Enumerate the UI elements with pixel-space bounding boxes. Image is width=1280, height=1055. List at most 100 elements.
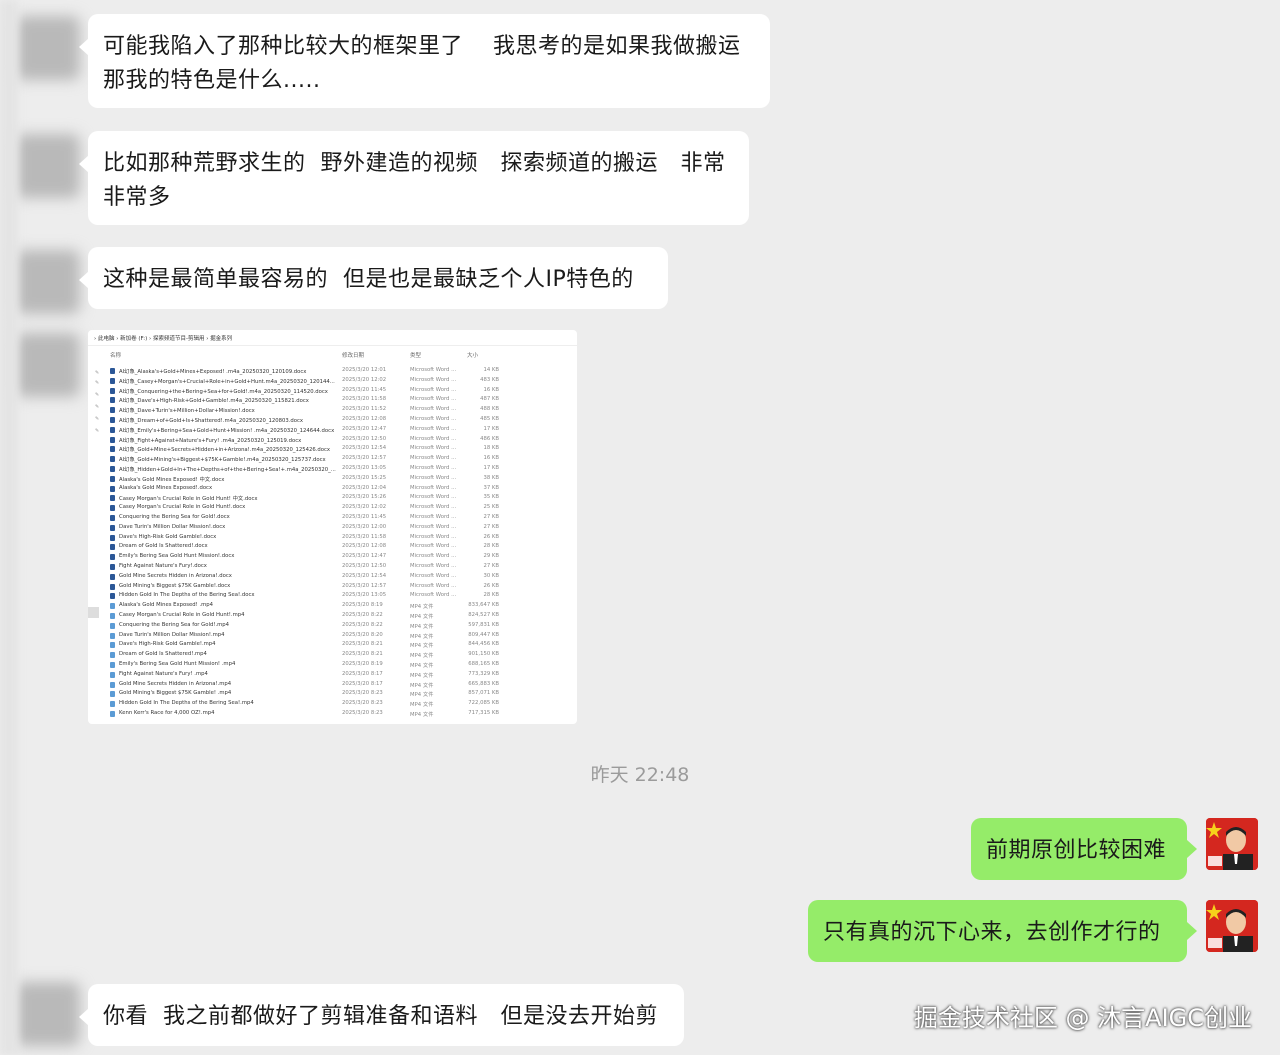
header-type[interactable]: 类型 xyxy=(410,351,421,359)
file-row[interactable]: Gold Mine Secrets Hidden in Arizona!.doc… xyxy=(88,572,577,582)
file-type: Microsoft Word ... xyxy=(410,553,457,560)
file-name: Emily's Bering Sea Gold Hunt Mission!.do… xyxy=(119,553,235,560)
header-date[interactable]: 修改日期 xyxy=(342,351,364,359)
file-row[interactable]: Dave's High-Risk Gold Gamble!.docx 2025/3… xyxy=(88,533,577,543)
message-bubble-outgoing[interactable]: 只有真的沉下心来，去创作才行的 xyxy=(808,900,1197,962)
file-row[interactable]: AI幻象_Fight+Against+Nature's+Fury! .m4a_2… xyxy=(88,435,577,445)
word-document-icon xyxy=(110,426,115,433)
avatar-other[interactable] xyxy=(16,982,80,1046)
image-message-file-explorer[interactable]: › 此电脑 › 新加卷 (F:) › 探索频道节目-剪辑用 › 掘金系列 名称 … xyxy=(88,330,577,724)
file-row[interactable]: Dream of Gold Is Shattered!.mp4 2025/3/20… xyxy=(88,650,577,660)
file-date: 2025/3/20 11:52 xyxy=(342,406,387,413)
file-row[interactable]: AI幻象_Hidden+Gold+In+The+Depths+of+the+Be… xyxy=(88,464,577,474)
file-row[interactable]: Hidden Gold In The Depths of the Bering … xyxy=(88,591,577,601)
file-row[interactable]: Alaska's Gold Mines Exposed! .mp4 2025/3/… xyxy=(88,601,577,611)
file-row[interactable]: Casey Morgan's Crucial Role in Gold Hunt… xyxy=(88,493,577,503)
file-row[interactable]: AI幻象_Emily's+Bering+Sea+Gold+Hunt+Missio… xyxy=(88,425,577,435)
file-size: 14 KB xyxy=(483,367,499,373)
file-size: 722,085 KB xyxy=(468,700,499,707)
file-row[interactable]: Dream of Gold Is Shattered!.docx 2025/3/2… xyxy=(88,542,577,552)
file-type: Microsoft Word ... xyxy=(410,484,457,491)
file-date: 2025/3/20 8:21 xyxy=(342,641,383,648)
message-bubble-outgoing[interactable]: 前期原创比较困难 xyxy=(971,818,1197,880)
word-document-icon xyxy=(110,495,115,502)
file-row[interactable]: Hidden Gold In The Depths of the Bering … xyxy=(88,699,577,709)
avatar-flag-kid-icon xyxy=(1206,818,1258,870)
file-name: Gold Mining's Biggest $75K Gamble!.docx xyxy=(119,582,231,589)
message-bubble-incoming[interactable]: 可能我陷入了那种比较大的框架里了 我思考的是如果我做搬运 那我的特色是什么...… xyxy=(79,14,770,108)
file-name: Casey Morgan's Crucial Role in Gold Hunt… xyxy=(119,504,246,511)
file-date: 2025/3/20 8:22 xyxy=(342,621,383,628)
file-name: Dave's High-Risk Gold Gamble!.docx xyxy=(119,533,217,540)
file-row[interactable]: Emily's Bering Sea Gold Hunt Mission!.do… xyxy=(88,552,577,562)
file-size: 483 KB xyxy=(480,376,499,383)
file-date: 2025/3/20 12:50 xyxy=(342,435,387,442)
avatar-other[interactable] xyxy=(16,134,80,198)
file-type: Microsoft Word ... xyxy=(410,562,457,569)
file-row[interactable]: Alaska's Gold Mines Exposed! 中文.docx 2025… xyxy=(88,474,577,484)
file-name: AI幻象_Gold+Mining's+Biggest+$75K+Gamble!.… xyxy=(119,457,326,464)
file-size: 30 KB xyxy=(483,572,499,579)
file-row[interactable]: Dave Turin's Million Dollar Mission!.mp4… xyxy=(88,631,577,641)
video-file-icon xyxy=(110,603,115,610)
file-size: 26 KB xyxy=(483,533,499,540)
header-name[interactable]: 名称 xyxy=(110,351,121,359)
word-document-icon xyxy=(110,397,115,404)
avatar-other[interactable] xyxy=(16,333,80,397)
file-row[interactable]: Gold Mining's Biggest $75K Gamble! .mp4 2… xyxy=(88,689,577,699)
file-type: MP4 文件 xyxy=(410,653,434,660)
file-size: 597,831 KB xyxy=(468,621,499,628)
file-row[interactable]: AI幻象_Dave's+High-Risk+Gold+Gamble!.m4a_2… xyxy=(88,395,577,405)
avatar-self[interactable] xyxy=(1206,818,1258,870)
file-type: Microsoft Word ... xyxy=(410,386,457,393)
avatar-self[interactable] xyxy=(1206,900,1258,952)
file-row[interactable]: AI幻象_Alaska's+Gold+Mines+Exposed! .m4a_2… xyxy=(88,366,577,376)
explorer-file-list: AI幻象_Alaska's+Gold+Mines+Exposed! .m4a_2… xyxy=(88,366,577,719)
file-date: 2025/3/20 12:54 xyxy=(342,445,387,452)
message-bubble-incoming[interactable]: 比如那种荒野求生的 野外建造的视频 探索频道的搬运 非常 非常多 xyxy=(79,131,749,225)
file-row[interactable]: Conquering the Bering Sea for Gold!.mp4 2… xyxy=(88,621,577,631)
file-row[interactable]: AI幻象_Dave+Turin's+Million+Dollar+Mission… xyxy=(88,405,577,415)
file-row[interactable]: AI幻象_Dream+of+Gold+Is+Shattered!.m4a_202… xyxy=(88,415,577,425)
file-row[interactable]: AI幻象_Conquering+the+Bering+Sea+for+Gold!… xyxy=(88,386,577,396)
file-name: Alaska's Gold Mines Exposed!.docx xyxy=(119,484,213,491)
file-row[interactable]: Dave Turin's Million Dollar Mission!.doc… xyxy=(88,523,577,533)
avatar-other[interactable] xyxy=(16,250,80,314)
file-size: 28 KB xyxy=(483,592,499,599)
file-type: Microsoft Word ... xyxy=(410,543,457,550)
file-row[interactable]: Dave's High-Risk Gold Gamble!.mp4 2025/3/… xyxy=(88,640,577,650)
header-size[interactable]: 大小 xyxy=(467,351,478,359)
word-document-icon xyxy=(110,573,115,580)
file-row[interactable]: Alaska's Gold Mines Exposed!.docx 2025/3/… xyxy=(88,484,577,494)
file-name: Alaska's Gold Mines Exposed! 中文.docx xyxy=(119,476,225,483)
file-row[interactable]: Conquering the Bering Sea for Gold!.docx… xyxy=(88,513,577,523)
file-row[interactable]: Kenn Kerr's Race for 4,000 OZ!.mp4 2025/3… xyxy=(88,709,577,719)
file-name: Gold Mine Secrets Hidden in Arizona!.doc… xyxy=(119,572,232,579)
file-row[interactable]: Fight Against Nature's Fury!.docx 2025/3/… xyxy=(88,562,577,572)
file-row[interactable]: Emily's Bering Sea Gold Hunt Mission! .m… xyxy=(88,660,577,670)
video-file-icon xyxy=(110,612,115,619)
file-size: 29 KB xyxy=(483,553,499,560)
file-size: 25 KB xyxy=(483,504,499,511)
avatar-other[interactable] xyxy=(16,16,80,80)
file-size: 901,150 KB xyxy=(468,651,499,658)
file-type: Microsoft Word ... xyxy=(410,523,457,530)
message-bubble-incoming[interactable]: 你看 我之前都做好了剪辑准备和语料 但是没去开始剪 xyxy=(79,984,684,1046)
file-name: AI幻象_Dream+of+Gold+Is+Shattered!.m4a_202… xyxy=(119,417,304,424)
file-row[interactable]: AI幻象_Gold+Mining's+Biggest+$75K+Gamble!.… xyxy=(88,454,577,464)
file-row[interactable]: Gold Mine Secrets Hidden in Arizona!.mp4… xyxy=(88,680,577,690)
file-row[interactable]: AI幻象_Casey+Morgan's+Crucial+Role+in+Gold… xyxy=(88,376,577,386)
word-document-icon xyxy=(110,407,115,414)
file-date: 2025/3/20 12:57 xyxy=(342,582,387,589)
file-row[interactable]: AI幻象_Gold+Mine+Secrets+Hidden+in+Arizona… xyxy=(88,444,577,454)
file-row[interactable]: Casey Morgan's Crucial Role in Gold Hunt… xyxy=(88,611,577,621)
file-row[interactable]: Fight Against Nature's Fury! .mp4 2025/3/… xyxy=(88,670,577,680)
word-document-icon xyxy=(110,514,115,521)
file-row[interactable]: Gold Mining's Biggest $75K Gamble!.docx 2… xyxy=(88,582,577,592)
file-name: AI幻象_Casey+Morgan's+Crucial+Role+in+Gold… xyxy=(119,378,335,385)
message-bubble-incoming[interactable]: 这种是最简单最容易的 但是也是最缺乏个人IP特色的 xyxy=(79,247,668,309)
file-row[interactable]: Casey Morgan's Crucial Role in Gold Hunt… xyxy=(88,503,577,513)
file-name: AI幻象_Hidden+Gold+In+The+Depths+of+the+Be… xyxy=(119,466,336,473)
file-date: 2025/3/20 12:47 xyxy=(342,425,387,432)
file-size: 26 KB xyxy=(483,582,499,589)
